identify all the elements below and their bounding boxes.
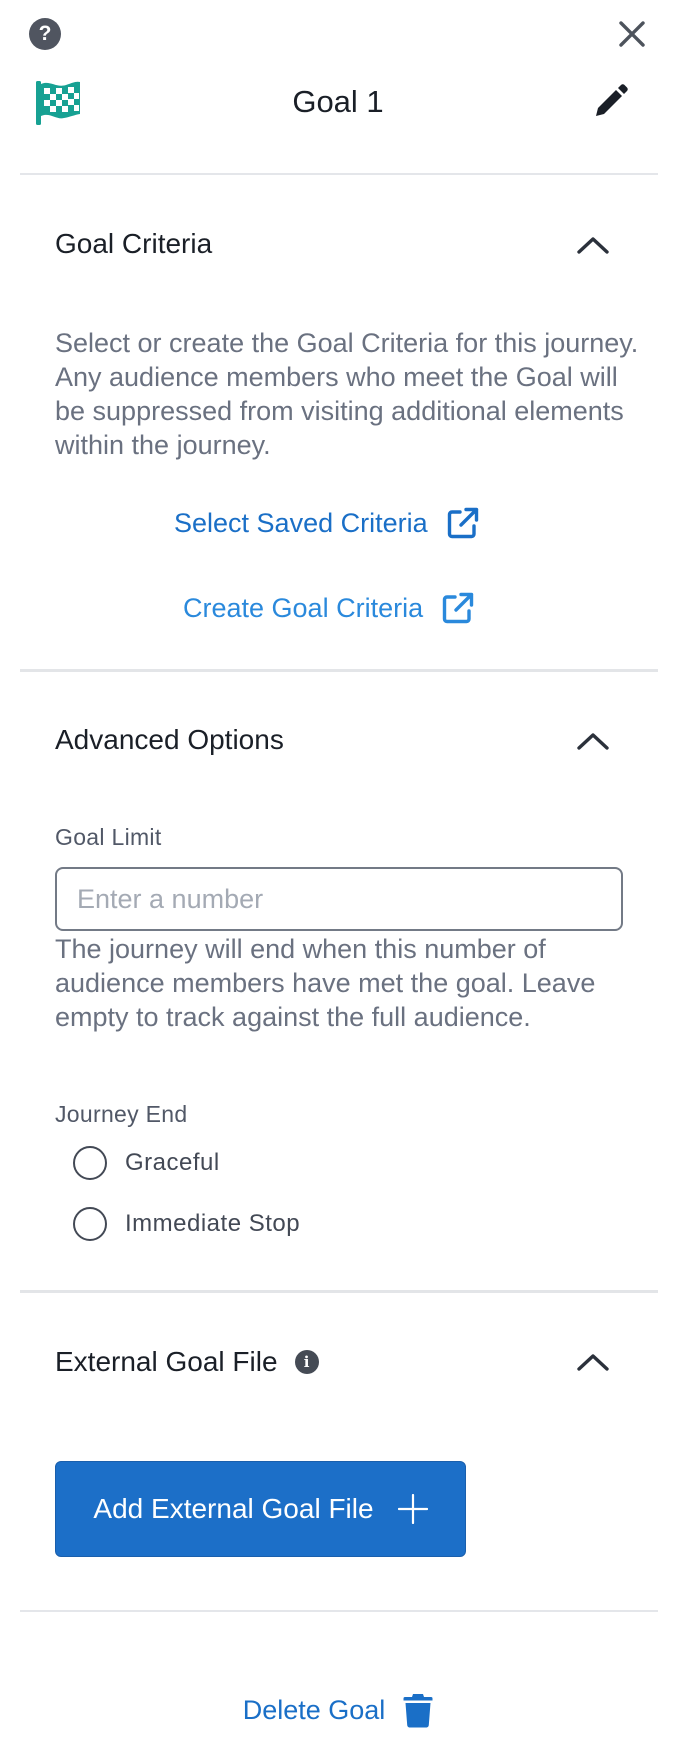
goal-criteria-description: Select or create the Goal Criteria for t…: [55, 328, 639, 460]
edit-title-button[interactable]: [592, 82, 630, 120]
trash-icon: [403, 1694, 433, 1728]
plus-icon: [397, 1494, 428, 1524]
advanced-options-title: Advanced Options: [55, 724, 284, 755]
help-icon[interactable]: ?: [29, 18, 61, 50]
select-saved-criteria-link[interactable]: Select Saved Criteria: [174, 506, 480, 540]
close-icon: [619, 21, 645, 47]
external-goal-file-title: External Goal File: [55, 1346, 278, 1377]
add-external-goal-file-button[interactable]: Add External Goal File: [55, 1461, 466, 1557]
radio-label: Immediate Stop: [125, 1210, 301, 1237]
chevron-up-icon: [577, 733, 609, 750]
external-goal-file-header: External Goal File i: [55, 1346, 319, 1378]
chevron-up-icon: [577, 237, 609, 254]
close-button[interactable]: [614, 16, 650, 52]
external-goal-file-collapse-button[interactable]: [572, 1347, 614, 1377]
journey-end-option-immediate-stop[interactable]: Immediate Stop: [73, 1207, 300, 1241]
goal-limit-help-text: The journey will end when this number of…: [55, 934, 596, 1032]
radio-button[interactable]: [73, 1146, 107, 1180]
delete-goal-link[interactable]: Delete Goal: [0, 1692, 676, 1728]
goal-limit-label: Goal Limit: [55, 824, 162, 850]
journey-end-option-graceful[interactable]: Graceful: [73, 1146, 220, 1180]
pencil-icon: [596, 84, 628, 116]
chevron-up-icon: [577, 1354, 609, 1371]
info-icon[interactable]: i: [294, 1350, 319, 1374]
goal-limit-input[interactable]: [55, 867, 623, 931]
goal-title: Goal 1: [292, 84, 384, 119]
advanced-options-collapse-button[interactable]: [572, 726, 614, 756]
external-link-icon: [442, 592, 474, 624]
radio-button[interactable]: [73, 1207, 107, 1241]
create-goal-criteria-label: Create Goal Criteria: [183, 592, 424, 623]
help-glyph: ?: [38, 22, 52, 45]
select-saved-criteria-label: Select Saved Criteria: [174, 507, 428, 538]
goal-criteria-title: Goal Criteria: [55, 228, 213, 259]
external-link-icon: [447, 507, 478, 539]
add-external-goal-file-label: Add External Goal File: [93, 1493, 374, 1524]
section-divider: [20, 669, 658, 672]
footer-divider: [20, 1610, 658, 1612]
header-divider: [20, 173, 658, 175]
info-glyph: i: [303, 1353, 310, 1371]
journey-end-label: Journey End: [55, 1101, 188, 1127]
create-goal-criteria-link[interactable]: Create Goal Criteria: [183, 591, 475, 625]
section-divider: [20, 1290, 658, 1293]
delete-goal-label: Delete Goal: [242, 1694, 386, 1725]
goal-criteria-collapse-button[interactable]: [572, 230, 614, 260]
radio-label: Graceful: [125, 1149, 220, 1176]
